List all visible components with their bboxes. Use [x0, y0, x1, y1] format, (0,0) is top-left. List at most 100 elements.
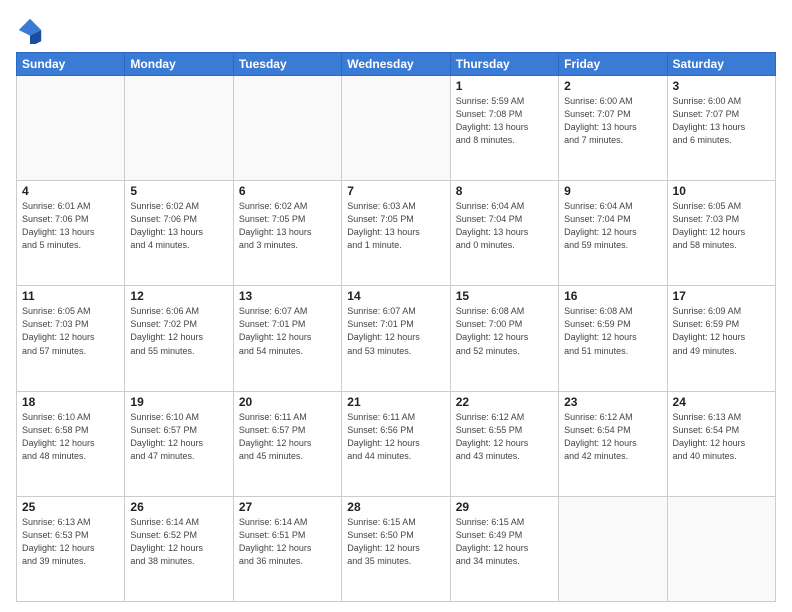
calendar-cell: 15 Sunrise: 6:08 AM Sunset: 7:00 PM Dayli… — [450, 286, 558, 391]
day-info: Sunrise: 6:08 AM Sunset: 7:00 PM Dayligh… — [456, 305, 553, 357]
calendar-cell: 17 Sunrise: 6:09 AM Sunset: 6:59 PM Dayli… — [667, 286, 775, 391]
day-number: 11 — [22, 289, 119, 303]
calendar-cell: 28 Sunrise: 6:15 AM Sunset: 6:50 PM Dayli… — [342, 496, 450, 601]
day-number: 5 — [130, 184, 227, 198]
calendar-cell: 3Sunrise: 6:00 AM Sunset: 7:07 PM Daylig… — [667, 76, 775, 181]
calendar-cell: 20 Sunrise: 6:11 AM Sunset: 6:57 PM Dayli… — [233, 391, 341, 496]
calendar-week-2: 4 Sunrise: 6:01 AM Sunset: 7:06 PM Daylig… — [17, 181, 776, 286]
day-info: Sunrise: 6:09 AM Sunset: 6:59 PM Dayligh… — [673, 305, 770, 357]
day-number: 3 — [673, 79, 770, 93]
day-number: 7 — [347, 184, 444, 198]
calendar-week-3: 11 Sunrise: 6:05 AM Sunset: 7:03 PM Dayli… — [17, 286, 776, 391]
day-number: 22 — [456, 395, 553, 409]
day-info: Sunrise: 6:08 AM Sunset: 6:59 PM Dayligh… — [564, 305, 661, 357]
day-number: 15 — [456, 289, 553, 303]
day-number: 9 — [564, 184, 661, 198]
calendar-week-1: 1Sunrise: 5:59 AM Sunset: 7:08 PM Daylig… — [17, 76, 776, 181]
day-number: 14 — [347, 289, 444, 303]
calendar-cell: 1Sunrise: 5:59 AM Sunset: 7:08 PM Daylig… — [450, 76, 558, 181]
calendar-cell: 27 Sunrise: 6:14 AM Sunset: 6:51 PM Dayli… — [233, 496, 341, 601]
logo-icon — [16, 16, 44, 44]
col-header-sunday: Sunday — [17, 53, 125, 76]
calendar-cell — [17, 76, 125, 181]
calendar-table: SundayMondayTuesdayWednesdayThursdayFrid… — [16, 52, 776, 602]
day-info: Sunrise: 6:11 AM Sunset: 6:57 PM Dayligh… — [239, 411, 336, 463]
day-info: Sunrise: 6:12 AM Sunset: 6:55 PM Dayligh… — [456, 411, 553, 463]
calendar-cell: 4 Sunrise: 6:01 AM Sunset: 7:06 PM Daylig… — [17, 181, 125, 286]
day-number: 16 — [564, 289, 661, 303]
day-info: Sunrise: 6:00 AM Sunset: 7:07 PM Dayligh… — [564, 95, 661, 147]
day-number: 28 — [347, 500, 444, 514]
day-info: Sunrise: 6:01 AM Sunset: 7:06 PM Dayligh… — [22, 200, 119, 252]
day-info: Sunrise: 6:06 AM Sunset: 7:02 PM Dayligh… — [130, 305, 227, 357]
col-header-saturday: Saturday — [667, 53, 775, 76]
calendar-cell — [667, 496, 775, 601]
header — [16, 16, 776, 44]
calendar-week-5: 25 Sunrise: 6:13 AM Sunset: 6:53 PM Dayli… — [17, 496, 776, 601]
day-info: Sunrise: 6:13 AM Sunset: 6:53 PM Dayligh… — [22, 516, 119, 568]
calendar-cell: 5 Sunrise: 6:02 AM Sunset: 7:06 PM Daylig… — [125, 181, 233, 286]
day-info: Sunrise: 6:02 AM Sunset: 7:06 PM Dayligh… — [130, 200, 227, 252]
day-number: 10 — [673, 184, 770, 198]
day-info: Sunrise: 6:10 AM Sunset: 6:58 PM Dayligh… — [22, 411, 119, 463]
calendar-cell — [342, 76, 450, 181]
day-info: Sunrise: 6:13 AM Sunset: 6:54 PM Dayligh… — [673, 411, 770, 463]
day-info: Sunrise: 6:07 AM Sunset: 7:01 PM Dayligh… — [239, 305, 336, 357]
day-number: 26 — [130, 500, 227, 514]
calendar-cell: 2 Sunrise: 6:00 AM Sunset: 7:07 PM Daylig… — [559, 76, 667, 181]
calendar-cell: 8 Sunrise: 6:04 AM Sunset: 7:04 PM Daylig… — [450, 181, 558, 286]
day-info: Sunrise: 6:05 AM Sunset: 7:03 PM Dayligh… — [22, 305, 119, 357]
calendar-cell: 26Sunrise: 6:14 AM Sunset: 6:52 PM Dayli… — [125, 496, 233, 601]
day-number: 1 — [456, 79, 553, 93]
calendar-cell: 10 Sunrise: 6:05 AM Sunset: 7:03 PM Dayli… — [667, 181, 775, 286]
calendar-cell: 19Sunrise: 6:10 AM Sunset: 6:57 PM Dayli… — [125, 391, 233, 496]
calendar-cell: 16 Sunrise: 6:08 AM Sunset: 6:59 PM Dayli… — [559, 286, 667, 391]
col-header-wednesday: Wednesday — [342, 53, 450, 76]
day-number: 23 — [564, 395, 661, 409]
page: SundayMondayTuesdayWednesdayThursdayFrid… — [0, 0, 792, 612]
calendar-cell: 12 Sunrise: 6:06 AM Sunset: 7:02 PM Dayli… — [125, 286, 233, 391]
day-number: 24 — [673, 395, 770, 409]
day-number: 12 — [130, 289, 227, 303]
calendar-cell: 25 Sunrise: 6:13 AM Sunset: 6:53 PM Dayli… — [17, 496, 125, 601]
day-number: 29 — [456, 500, 553, 514]
calendar-cell: 22 Sunrise: 6:12 AM Sunset: 6:55 PM Dayli… — [450, 391, 558, 496]
day-info: Sunrise: 6:04 AM Sunset: 7:04 PM Dayligh… — [564, 200, 661, 252]
day-info: Sunrise: 6:14 AM Sunset: 6:51 PM Dayligh… — [239, 516, 336, 568]
calendar-cell: 11 Sunrise: 6:05 AM Sunset: 7:03 PM Dayli… — [17, 286, 125, 391]
calendar-cell — [233, 76, 341, 181]
calendar-cell — [559, 496, 667, 601]
day-info: Sunrise: 6:10 AM Sunset: 6:57 PM Dayligh… — [130, 411, 227, 463]
calendar-cell: 6Sunrise: 6:02 AM Sunset: 7:05 PM Daylig… — [233, 181, 341, 286]
calendar-cell: 23 Sunrise: 6:12 AM Sunset: 6:54 PM Dayli… — [559, 391, 667, 496]
day-number: 6 — [239, 184, 336, 198]
day-info: Sunrise: 6:11 AM Sunset: 6:56 PM Dayligh… — [347, 411, 444, 463]
calendar-cell: 18 Sunrise: 6:10 AM Sunset: 6:58 PM Dayli… — [17, 391, 125, 496]
col-header-thursday: Thursday — [450, 53, 558, 76]
day-number: 27 — [239, 500, 336, 514]
calendar-cell: 7 Sunrise: 6:03 AM Sunset: 7:05 PM Daylig… — [342, 181, 450, 286]
day-number: 13 — [239, 289, 336, 303]
calendar-cell: 24 Sunrise: 6:13 AM Sunset: 6:54 PM Dayli… — [667, 391, 775, 496]
day-number: 8 — [456, 184, 553, 198]
calendar-cell — [125, 76, 233, 181]
day-info: Sunrise: 6:07 AM Sunset: 7:01 PM Dayligh… — [347, 305, 444, 357]
day-number: 20 — [239, 395, 336, 409]
calendar-cell: 9 Sunrise: 6:04 AM Sunset: 7:04 PM Daylig… — [559, 181, 667, 286]
day-number: 2 — [564, 79, 661, 93]
day-info: Sunrise: 6:12 AM Sunset: 6:54 PM Dayligh… — [564, 411, 661, 463]
day-number: 18 — [22, 395, 119, 409]
day-number: 17 — [673, 289, 770, 303]
calendar-week-4: 18 Sunrise: 6:10 AM Sunset: 6:58 PM Dayli… — [17, 391, 776, 496]
day-info: Sunrise: 6:05 AM Sunset: 7:03 PM Dayligh… — [673, 200, 770, 252]
day-number: 4 — [22, 184, 119, 198]
calendar-cell: 13 Sunrise: 6:07 AM Sunset: 7:01 PM Dayli… — [233, 286, 341, 391]
col-header-monday: Monday — [125, 53, 233, 76]
day-info: Sunrise: 6:04 AM Sunset: 7:04 PM Dayligh… — [456, 200, 553, 252]
day-info: Sunrise: 6:03 AM Sunset: 7:05 PM Dayligh… — [347, 200, 444, 252]
logo — [16, 16, 48, 44]
day-number: 25 — [22, 500, 119, 514]
day-info: Sunrise: 6:15 AM Sunset: 6:50 PM Dayligh… — [347, 516, 444, 568]
calendar-cell: 21 Sunrise: 6:11 AM Sunset: 6:56 PM Dayli… — [342, 391, 450, 496]
day-number: 21 — [347, 395, 444, 409]
